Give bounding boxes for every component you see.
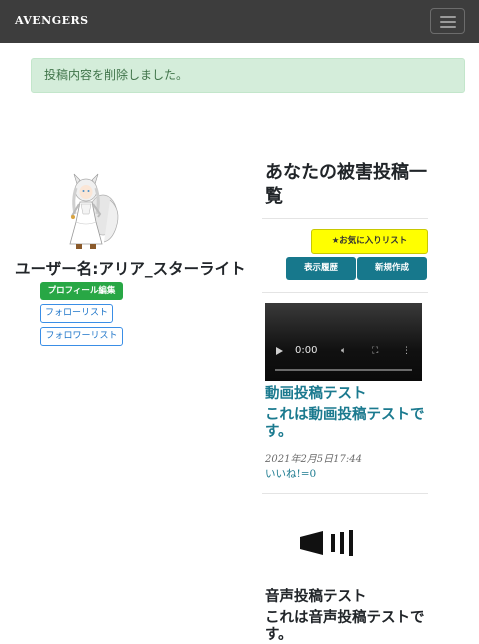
username-label: ユーザー名:アリア_スターライト (15, 260, 246, 278)
brand-logo[interactable]: AVENGERS (15, 14, 89, 27)
view-history-button[interactable]: 表示履歴 (286, 257, 356, 280)
post-title-link[interactable]: 動画投稿テスト (265, 382, 367, 403)
speaker-icon (265, 503, 420, 583)
divider (262, 218, 428, 219)
video-player[interactable]: 0:00 🔈︎ ⛶ ⋮ (265, 303, 422, 381)
more-options-icon[interactable]: ⋮ (402, 346, 411, 356)
fullscreen-icon[interactable]: ⛶ (372, 346, 378, 356)
hamburger-icon (440, 16, 456, 18)
post-body-link[interactable]: これは動画投稿テストです。 (265, 407, 425, 441)
success-alert: 投稿内容を削除しました。 (31, 58, 465, 93)
divider (262, 493, 428, 494)
like-count-link[interactable]: いいね!=0 (265, 466, 316, 481)
page-title: あなたの被害投稿一覧 (265, 162, 427, 207)
follower-list-button[interactable]: フォロワーリスト (40, 327, 123, 346)
follow-list-button[interactable]: フォローリスト (40, 304, 113, 323)
play-icon[interactable] (276, 347, 283, 355)
video-progress-track[interactable] (275, 369, 412, 371)
post-date: 2021年2月5日17:44 (265, 454, 362, 465)
video-time: 0:00 (295, 345, 318, 356)
post-title-link[interactable]: 音声投稿テスト (265, 585, 367, 606)
new-post-button[interactable]: 新規作成 (357, 257, 427, 280)
navbar: AVENGERS (0, 0, 479, 43)
favorites-list-button[interactable]: ★お気に入りリスト (311, 229, 428, 254)
volume-icon[interactable]: 🔈︎ (341, 346, 346, 356)
edit-profile-button[interactable]: プロフィール編集 (40, 282, 123, 300)
divider (262, 292, 428, 293)
avatar (69, 173, 119, 249)
menu-toggle-button[interactable] (430, 8, 465, 34)
